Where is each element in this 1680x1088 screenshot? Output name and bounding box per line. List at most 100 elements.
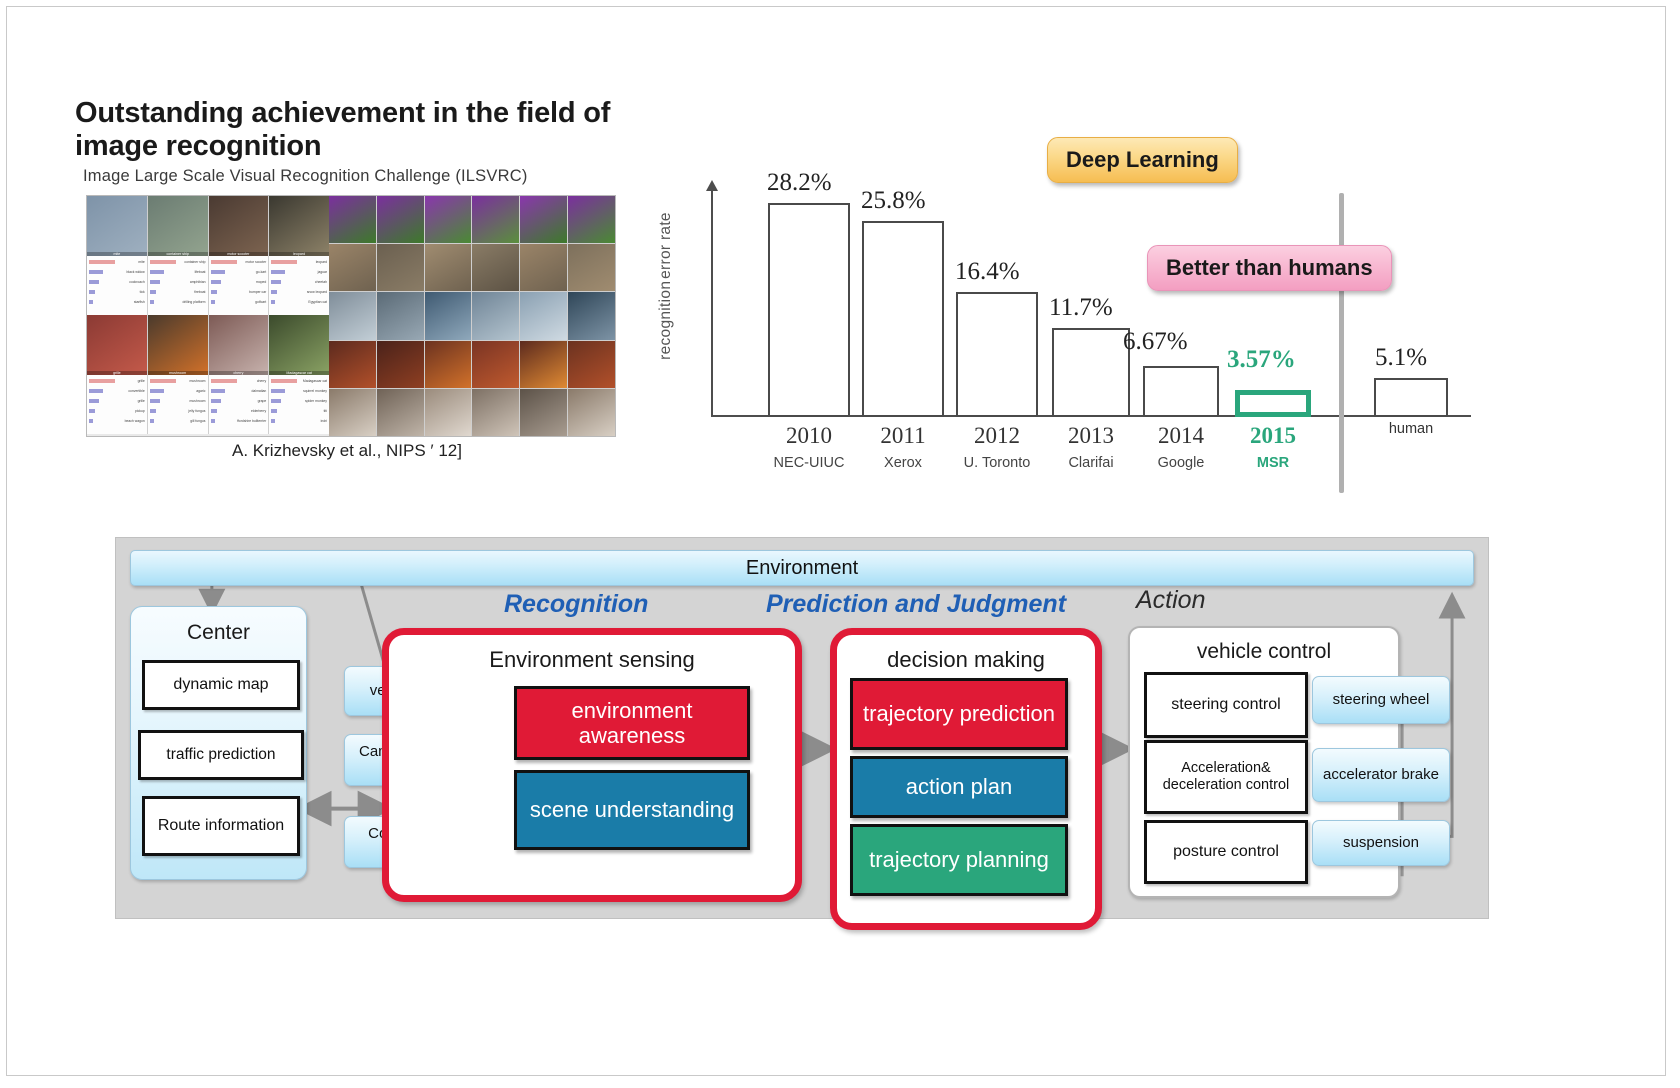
collage-thumb	[568, 196, 615, 244]
collage-thumb	[424, 196, 472, 244]
collage-thumb	[568, 292, 615, 340]
x-tick-2014: 2014	[1158, 423, 1204, 448]
box-scene-understanding: scene understanding	[514, 770, 750, 850]
x-tick-2012: 2012	[974, 423, 1020, 448]
collage-thumb	[472, 196, 520, 244]
chart-human-divider	[1339, 193, 1344, 493]
collage-thumb	[568, 244, 615, 292]
bar-value-2013: 11.7%	[1049, 294, 1113, 322]
vehicle-control-title: vehicle control	[1196, 640, 1332, 663]
bar-2010	[768, 202, 850, 417]
bar-2013	[1052, 328, 1130, 417]
collage-thumb	[520, 196, 568, 244]
x-tick-human: human	[1388, 421, 1434, 437]
control-posture: posture control	[1144, 820, 1308, 884]
bar-value-2011: 25.8%	[861, 186, 926, 214]
x-tick-2015: 2015	[1250, 423, 1296, 448]
collage-thumb	[329, 196, 376, 244]
collage-left-panel: mite container ship motor scooter leopard mi…	[87, 196, 329, 436]
collage-thumb	[329, 340, 376, 388]
control-acceleration-deceleration: Acceleration& deceleration control	[1144, 740, 1308, 814]
collage-thumb	[329, 292, 376, 340]
callout-better-than-humans: Better than humans	[1147, 245, 1392, 291]
page-title: Outstanding achievement in the field of …	[75, 97, 611, 163]
center-item-dynamic-map: dynamic map	[142, 660, 300, 710]
collage-image-row: mite container ship motor scooter leopard	[87, 196, 329, 256]
chart-y-axis-label: recognition error rate	[657, 212, 675, 360]
collage-thumb	[376, 340, 424, 388]
collage-thumb	[376, 244, 424, 292]
center-item-traffic-prediction: traffic prediction	[138, 730, 304, 780]
collage-thumb	[329, 388, 376, 436]
collage-thumb: grille	[87, 315, 147, 375]
ilsvrc-example-collage: mite container ship motor scooter leopard mi…	[86, 195, 616, 437]
collage-thumb	[520, 244, 568, 292]
bar-2015	[1235, 389, 1311, 417]
deep-learning-bubble: Deep Learning	[1047, 137, 1238, 183]
environment-bar: Environment	[130, 550, 1474, 586]
bar-value-2015: 3.57%	[1227, 345, 1296, 373]
actuator-accelerator-brake: accelerator brake	[1312, 748, 1450, 802]
bar-2014	[1143, 366, 1219, 417]
better-than-humans-bubble: Better than humans	[1147, 245, 1392, 291]
box-environment-awareness: environment awareness	[514, 686, 750, 760]
collage-thumb	[520, 388, 568, 436]
box-trajectory-prediction: trajectory prediction	[850, 678, 1068, 750]
collage-thumb	[568, 340, 615, 388]
collage-prediction-bars: leopard jaguar cheetah snow leopard Egyptian…	[269, 256, 329, 315]
collage-thumb	[424, 292, 472, 340]
collage-thumb	[376, 196, 424, 244]
collage-thumb	[472, 340, 520, 388]
collage-prediction-bars: grille convertible grille pickup beach wagon	[87, 375, 147, 434]
collage-thumb	[472, 292, 520, 340]
collage-thumb: Madagascar cat	[269, 315, 329, 375]
collage-thumb	[376, 388, 424, 436]
bar-value-2010: 28.2%	[767, 168, 832, 196]
slide-frame: Outstanding achievement in the field of …	[6, 6, 1666, 1076]
center-item-route-information: Route information	[142, 796, 300, 856]
collage-right-panel	[329, 196, 615, 436]
center-title: Center	[186, 621, 251, 644]
collage-thumb	[376, 292, 424, 340]
environment-sensing-title: Environment sensing	[489, 647, 695, 672]
collage-bar-row: mite black widow cockroach tick starfish cont…	[87, 256, 329, 315]
autonomous-driving-architecture-diagram: Environment Recognition Prediction and J…	[115, 537, 1489, 930]
box-action-plan: action plan	[850, 756, 1068, 818]
figure-credit: A. Krizhevsky et al., NIPS ′ 12]	[232, 441, 462, 460]
callout-deep-learning: Deep Learning	[1047, 137, 1238, 183]
collage-thumb: cherry	[208, 315, 269, 375]
collage-prediction-bars: mushroom agaric mushroom jelly fungus gill f…	[147, 375, 208, 434]
bar-2012	[956, 292, 1038, 417]
x-sublabel-msr: MSR	[1256, 455, 1290, 471]
collage-image-row: grille mushroom cherry Madagascar cat	[87, 315, 329, 375]
collage-bar-row: grille convertible grille pickup beach wagon…	[87, 375, 329, 434]
collage-thumb	[329, 244, 376, 292]
x-tick-2011: 2011	[880, 423, 926, 448]
collage-prediction-bars: container ship lifeboat amphibian fireboat d…	[147, 256, 208, 315]
bar-human	[1374, 378, 1448, 417]
collage-thumb: motor scooter	[208, 196, 269, 256]
x-tick-2013: 2013	[1068, 423, 1114, 448]
collage-thumb	[472, 244, 520, 292]
actuator-steering-wheel: steering wheel	[1312, 676, 1450, 724]
phase-label-recognition: Recognition	[504, 590, 649, 618]
collage-prediction-bars: Madagascar cat squirrel monkey spider monk…	[269, 375, 329, 434]
collage-thumb	[520, 340, 568, 388]
collage-thumb	[424, 244, 472, 292]
collage-thumb	[424, 388, 472, 436]
bar-2011	[862, 220, 944, 417]
collage-thumb: leopard	[269, 196, 329, 256]
x-tick-2010: 2010	[786, 423, 832, 448]
slide-root: Outstanding achievement in the field of …	[0, 0, 1680, 1088]
y-axis-label-line-0: recognition	[657, 280, 674, 360]
bar-value-human: 5.1%	[1375, 344, 1428, 372]
ilsvrc-error-rate-chart: recognition error rate Deep Learning Bett…	[647, 127, 1507, 493]
environment-sensing-panel: Environment sensing	[382, 628, 802, 902]
control-steering: steering control	[1144, 672, 1308, 738]
collage-prediction-bars: motor scooter go-kart moped bumper car golfc…	[208, 256, 269, 315]
collage-thumb	[472, 388, 520, 436]
y-axis-label-line-1: error rate	[657, 212, 674, 279]
bar-value-2014: 6.67%	[1123, 328, 1188, 356]
page-subtitle: Image Large Scale Visual Recognition Cha…	[83, 167, 528, 185]
collage-thumb	[568, 388, 615, 436]
